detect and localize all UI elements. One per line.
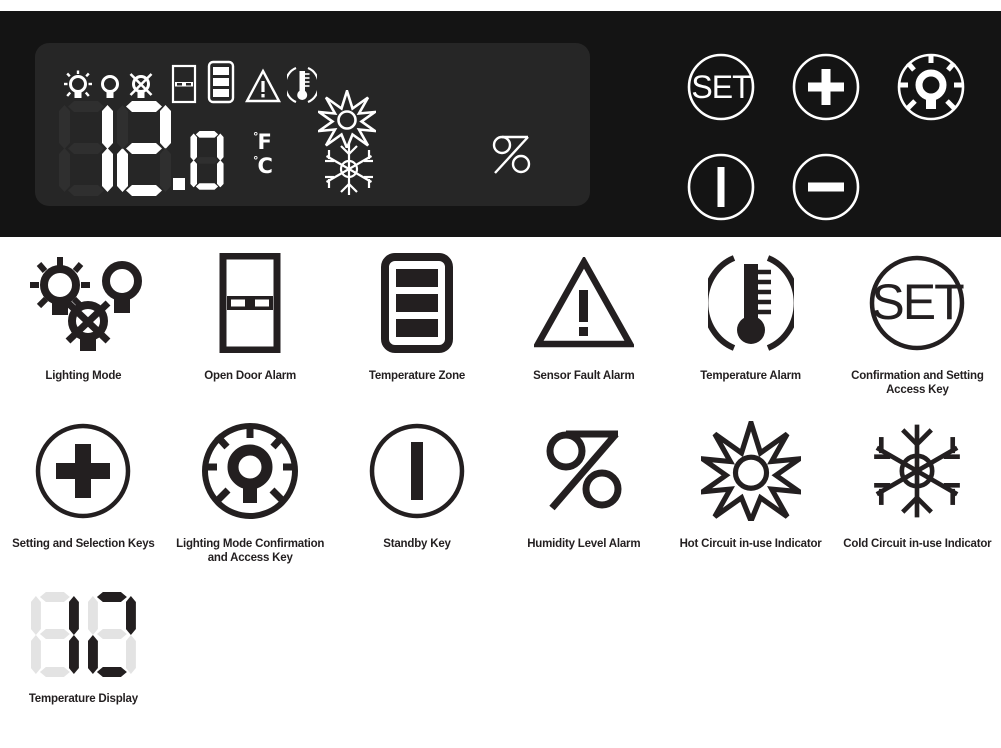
temp-digit-3 bbox=[189, 131, 225, 190]
legend-label: Temperature Zone bbox=[368, 370, 466, 382]
legend-label: Lighting Mode bbox=[45, 370, 122, 382]
legend-item-standby-key: Standby Key bbox=[334, 415, 501, 565]
legend-label: Humidity Level Alarm bbox=[527, 538, 641, 550]
lighting-on-icon bbox=[64, 70, 92, 98]
legend-label: Hot Circuit in-use Indicator bbox=[679, 538, 822, 550]
legend-art bbox=[542, 415, 626, 527]
legend-item-plus-key: Setting and Selection Keys bbox=[0, 415, 167, 565]
legend-label: Temperature Alarm bbox=[700, 370, 801, 382]
legend-label: Cold Circuit in-use Indicator bbox=[843, 538, 992, 550]
open-door-alarm-icon bbox=[219, 253, 281, 353]
temp-digit-2 bbox=[115, 101, 173, 196]
legend-art bbox=[367, 415, 467, 527]
legend-label: Lighting Mode Confirmation and Access Ke… bbox=[176, 538, 325, 564]
temp-digit-1 bbox=[57, 101, 115, 196]
legend-art bbox=[219, 247, 281, 359]
lcd-status-icon-row bbox=[63, 60, 317, 104]
lighting-bulb-icon bbox=[101, 75, 119, 98]
temperature-unit-stack: °F °C bbox=[253, 130, 273, 178]
temperature-zone-icon bbox=[207, 60, 235, 104]
sensor-fault-alarm-icon bbox=[533, 257, 634, 348]
legend-label: Temperature Display bbox=[28, 693, 138, 705]
temperature-alarm-icon bbox=[287, 66, 317, 104]
plus-icon bbox=[36, 423, 131, 519]
hot-circuit-indicator-icon bbox=[318, 90, 376, 148]
cold-circuit-indicator-icon bbox=[325, 143, 373, 195]
legend-art bbox=[200, 415, 300, 527]
hot-circuit-indicator-icon bbox=[700, 421, 801, 521]
legend-temp-digit-2 bbox=[87, 592, 137, 677]
unit-fahrenheit: °F bbox=[253, 130, 272, 154]
legend-item-temperature-display: Temperature Display bbox=[0, 587, 167, 706]
legend-art bbox=[707, 247, 794, 359]
legend-label: Sensor Fault Alarm bbox=[533, 370, 635, 382]
open-door-alarm-icon bbox=[171, 64, 197, 104]
legend-label: Setting and Selection Keys bbox=[12, 538, 155, 550]
legend: Lighting Mode Open Door Alarm Temperatur… bbox=[0, 247, 1001, 706]
temperature-alarm-icon bbox=[707, 255, 794, 351]
legend-art bbox=[869, 415, 965, 527]
temperature-display-icon bbox=[30, 592, 137, 677]
legend-row-1: Lighting Mode Open Door Alarm Temperatur… bbox=[0, 247, 1001, 397]
control-panel: °F °C SET bbox=[0, 11, 1001, 237]
legend-art bbox=[533, 247, 634, 359]
legend-label: Confirmation and Setting Access Key bbox=[851, 370, 984, 396]
lcd-screen: °F °C bbox=[35, 43, 590, 206]
set-key-label: SET bbox=[691, 69, 751, 105]
legend-art bbox=[18, 247, 148, 359]
sensor-fault-alarm-icon bbox=[245, 68, 281, 103]
set-icon-label: SET bbox=[872, 274, 965, 330]
temperature-zone-icon bbox=[380, 253, 453, 353]
legend-row-2: Setting and Selection Keys Lighting Mode… bbox=[0, 415, 1001, 565]
legend-item-temperature-alarm: Temperature Alarm bbox=[667, 247, 834, 397]
standby-key[interactable] bbox=[685, 151, 757, 223]
legend-item-humidity-level-alarm: Humidity Level Alarm bbox=[500, 415, 667, 565]
legend-label: Open Door Alarm bbox=[204, 370, 297, 382]
humidity-level-alarm-icon bbox=[492, 135, 531, 174]
legend-label: Standby Key bbox=[383, 538, 451, 550]
legend-item-set-key: SET Confirmation and Setting Access Key bbox=[834, 247, 1001, 397]
minus-key[interactable] bbox=[790, 151, 862, 223]
legend-item-lighting-mode: Lighting Mode bbox=[0, 247, 167, 397]
legend-art bbox=[30, 587, 137, 682]
lighting-mode-key[interactable] bbox=[895, 51, 967, 123]
legend-art bbox=[700, 415, 801, 527]
legend-item-hot-circuit: Hot Circuit in-use Indicator bbox=[667, 415, 834, 565]
cold-circuit-indicator-icon bbox=[874, 424, 961, 518]
lighting-off-icon bbox=[129, 73, 153, 98]
lighting-mode-ring-icon bbox=[202, 423, 299, 519]
legend-item-open-door-alarm: Open Door Alarm bbox=[167, 247, 334, 397]
set-icon: SET bbox=[870, 255, 966, 351]
legend-item-temperature-zone: Temperature Zone bbox=[334, 247, 501, 397]
temperature-readout: °F °C bbox=[57, 101, 273, 226]
set-key[interactable]: SET bbox=[685, 51, 757, 123]
legend-row-3: Temperature Display bbox=[0, 587, 1001, 706]
plus-key[interactable] bbox=[790, 51, 862, 123]
legend-temp-digit-1 bbox=[30, 592, 80, 677]
temp-decimal-point bbox=[173, 101, 189, 196]
humidity-level-alarm-icon bbox=[546, 430, 622, 511]
unit-celsius: °C bbox=[253, 154, 273, 178]
legend-item-lighting-mode-key: Lighting Mode Confirmation and Access Ke… bbox=[167, 415, 334, 565]
legend-art: SET bbox=[867, 247, 967, 359]
lighting-mode-icon bbox=[30, 257, 143, 351]
legend-art bbox=[33, 415, 133, 527]
legend-art bbox=[380, 247, 453, 359]
legend-item-sensor-fault-alarm: Sensor Fault Alarm bbox=[500, 247, 667, 397]
standby-icon bbox=[369, 423, 465, 519]
legend-item-cold-circuit: Cold Circuit in-use Indicator bbox=[834, 415, 1001, 565]
